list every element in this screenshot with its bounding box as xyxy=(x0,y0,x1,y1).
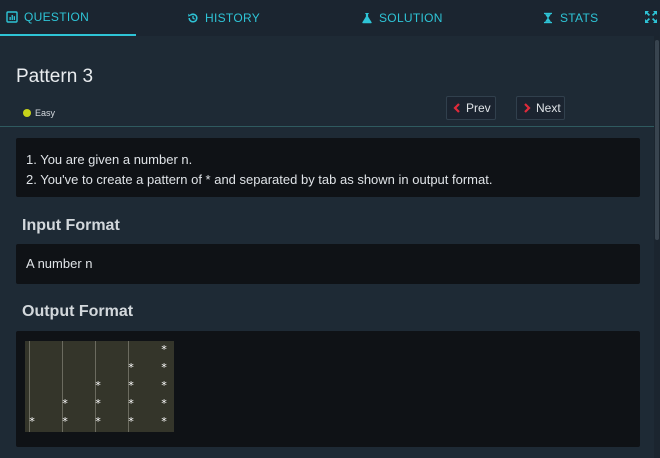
prev-button[interactable]: Prev xyxy=(446,96,496,120)
flask-icon xyxy=(361,12,373,24)
statement-line: 1. You are given a number n. xyxy=(26,152,193,167)
input-format-box: A number n xyxy=(16,244,640,284)
pattern-star: * xyxy=(160,379,168,392)
difficulty-label: Easy xyxy=(35,108,56,118)
output-format-box: * * * * * * * * * * * * * * * xyxy=(16,331,640,447)
tab-label: QUESTION xyxy=(24,10,90,24)
tab-label: HISTORY xyxy=(205,11,261,25)
pattern-star: * xyxy=(160,361,168,374)
pattern-star: * xyxy=(160,415,168,428)
next-button[interactable]: Next xyxy=(516,96,565,120)
header-divider xyxy=(0,126,654,127)
pattern-star: * xyxy=(94,397,102,410)
problem-statement: 1. You are given a number n. 2. You've t… xyxy=(16,138,640,197)
scrollbar-thumb[interactable] xyxy=(655,40,659,240)
tab-label: SOLUTION xyxy=(379,11,443,25)
history-icon xyxy=(187,12,199,24)
document-chart-icon xyxy=(6,11,18,23)
tab-question[interactable]: QUESTION xyxy=(0,0,136,36)
difficulty-dot xyxy=(23,109,31,117)
tab-stats[interactable]: STATS xyxy=(542,0,598,36)
next-label: Next xyxy=(536,101,561,115)
pattern-star: * xyxy=(127,397,135,410)
pattern-star: * xyxy=(160,343,168,356)
pattern-star: * xyxy=(127,379,135,392)
pattern-star: * xyxy=(61,415,69,428)
pattern-star: * xyxy=(28,415,36,428)
input-format-text: A number n xyxy=(26,256,93,271)
tab-bar: QUESTION HISTORY SOLUTION STATS xyxy=(0,0,660,36)
page-title: Pattern 3 xyxy=(16,66,94,87)
fullscreen-icon[interactable] xyxy=(644,10,658,24)
pattern-star: * xyxy=(160,397,168,410)
prev-label: Prev xyxy=(466,101,491,115)
hourglass-icon xyxy=(542,12,554,24)
pattern-star: * xyxy=(127,415,135,428)
output-pattern-image: * * * * * * * * * * * * * * * xyxy=(25,341,174,432)
input-format-heading: Input Format xyxy=(22,217,120,234)
pattern-star: * xyxy=(94,415,102,428)
chevron-right-icon xyxy=(523,103,531,113)
tab-history[interactable]: HISTORY xyxy=(187,0,260,36)
pattern-star: * xyxy=(94,379,102,392)
tab-solution[interactable]: SOLUTION xyxy=(361,0,443,36)
tab-label: STATS xyxy=(560,11,599,25)
chevron-left-icon xyxy=(453,103,461,113)
pattern-star: * xyxy=(61,397,69,410)
output-format-heading: Output Format xyxy=(22,303,134,320)
statement-line: 2. You've to create a pattern of * and s… xyxy=(26,172,493,187)
difficulty-badge: Easy xyxy=(23,108,55,118)
pattern-star: * xyxy=(127,361,135,374)
